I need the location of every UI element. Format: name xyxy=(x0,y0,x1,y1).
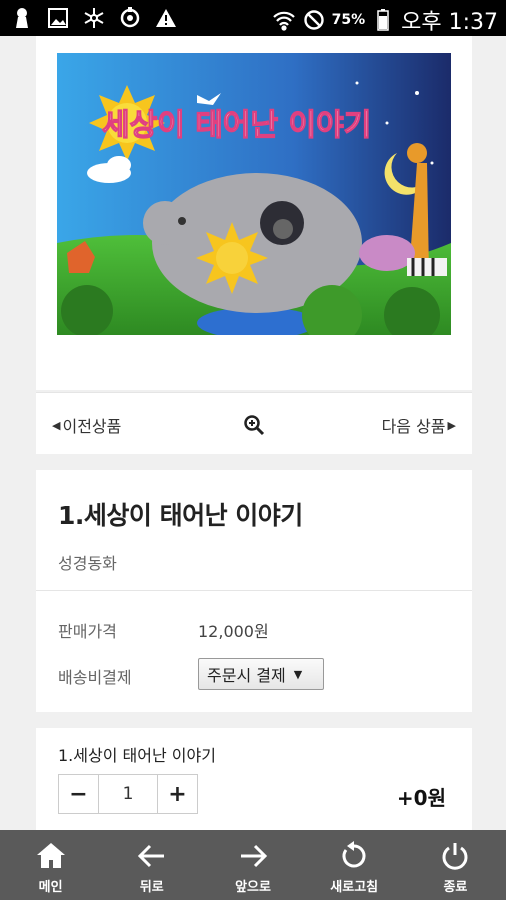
exit-button-label: 종료 xyxy=(443,880,468,895)
price-value: 12,000원 xyxy=(198,622,269,641)
product-nav: ◀ 이전상품 다음 상품 ▶ xyxy=(36,392,472,454)
back-button[interactable]: 뒤로 xyxy=(101,830,202,900)
forward-button[interactable]: 앞으로 xyxy=(202,830,303,900)
forward-button-label: 앞으로 xyxy=(235,880,271,895)
quantity-stepper: − 1 + xyxy=(58,774,198,814)
exit-button[interactable]: 종료 xyxy=(405,830,506,900)
product-image[interactable]: 세상이 태어난 이야기 xyxy=(57,53,451,335)
refresh-button-label: 새로고침 xyxy=(330,880,379,895)
quantity-plus-button[interactable]: + xyxy=(157,775,197,813)
product-info-card: 1.세상이 태어난 이야기 성경동화 판매가격 12,000원 배송비결제 주문… xyxy=(36,470,472,712)
keyhole-icon xyxy=(10,6,34,30)
product-category: 성경동화 xyxy=(58,554,117,573)
quantity-value[interactable]: 1 xyxy=(99,775,157,813)
status-bar: 75% 오후 1:37 xyxy=(0,0,506,36)
product-title: 1.세상이 태어난 이야기 xyxy=(58,501,303,530)
shipping-select[interactable]: 주문시 결제 ▼ xyxy=(198,658,324,690)
order-item-name: 1.세상이 태어난 이야기 xyxy=(58,746,216,765)
gallery-icon xyxy=(46,6,70,30)
dropdown-arrow-icon: ▼ xyxy=(293,667,303,681)
home-icon xyxy=(36,843,65,868)
refresh-button[interactable]: 새로고침 xyxy=(304,830,405,900)
battery-icon xyxy=(371,8,395,32)
bottom-nav-bar: 메인 뒤로 앞으로 새로고침 종료 xyxy=(0,830,506,900)
main-button-label: 메인 xyxy=(38,880,63,895)
caret-left-icon: ◀ xyxy=(52,418,61,432)
next-product-label: 다음 상품 xyxy=(381,417,446,436)
banner-title: 세상이 태어난 이야기 xyxy=(102,108,371,143)
shipping-select-value: 주문시 결제 xyxy=(207,666,286,685)
warning-icon xyxy=(154,6,178,30)
zoom-icon[interactable] xyxy=(242,413,266,437)
arrow-right-icon xyxy=(241,844,268,868)
refresh-icon xyxy=(342,841,366,868)
back-button-label: 뒤로 xyxy=(139,880,164,895)
sync-icon xyxy=(118,6,142,30)
divider xyxy=(36,590,472,591)
power-icon xyxy=(442,843,468,870)
battery-percent: 75% xyxy=(331,12,366,28)
quantity-minus-button[interactable]: − xyxy=(59,775,99,813)
prev-product-label: 이전상품 xyxy=(62,417,122,436)
order-card: 1.세상이 태어난 이야기 − 1 + +0원 xyxy=(36,728,472,832)
added-price: +0원 xyxy=(396,786,446,810)
wifi-icon xyxy=(272,8,296,32)
product-image-card: 세상이 태어난 이야기 xyxy=(36,36,472,390)
snowflake-icon xyxy=(82,6,106,30)
next-product-link[interactable]: 다음 상품 ▶ xyxy=(382,413,456,437)
prev-product-link[interactable]: ◀ 이전상품 xyxy=(52,413,121,437)
clock: 오후 1:37 xyxy=(401,10,498,35)
arrow-left-icon xyxy=(137,844,164,868)
no-signal-icon xyxy=(302,8,326,32)
price-label: 판매가격 xyxy=(58,622,117,641)
caret-right-icon: ▶ xyxy=(447,418,456,432)
main-button[interactable]: 메인 xyxy=(0,830,101,900)
shipping-label: 배송비결제 xyxy=(58,668,132,687)
